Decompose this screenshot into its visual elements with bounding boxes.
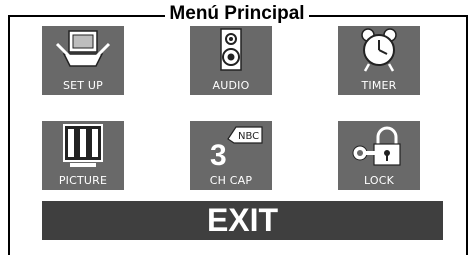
audio-button[interactable]: AUDIO — [190, 26, 272, 95]
setup-button[interactable]: SET UP — [42, 26, 124, 95]
setup-label: SET UP — [62, 79, 104, 92]
lock-label: LOCK — [363, 174, 395, 187]
svg-text:NBC: NBC — [238, 131, 259, 142]
alarm-clock-icon — [361, 28, 397, 72]
speaker-icon — [220, 28, 242, 71]
lock-button[interactable]: LOCK — [338, 121, 420, 190]
timer-button[interactable]: TIMER — [338, 26, 420, 95]
svg-text:3: 3 — [210, 139, 227, 172]
picture-button[interactable]: PICTURE — [42, 121, 124, 190]
timer-label: TIMER — [361, 79, 397, 92]
picture-bars-icon — [63, 124, 103, 167]
ch-cap-button[interactable]: 3 NBC CH CAP — [190, 121, 272, 190]
tv-setup-icon — [55, 30, 111, 67]
menu-title: Menú Principal — [0, 3, 474, 25]
padlock-key-icon — [352, 126, 401, 166]
channel-caption-icon: 3 NBC — [210, 126, 263, 172]
exit-button[interactable]: EXIT — [42, 201, 443, 240]
ch-cap-label: CH CAP — [209, 174, 253, 187]
picture-label: PICTURE — [58, 174, 108, 187]
audio-label: AUDIO — [212, 79, 250, 92]
